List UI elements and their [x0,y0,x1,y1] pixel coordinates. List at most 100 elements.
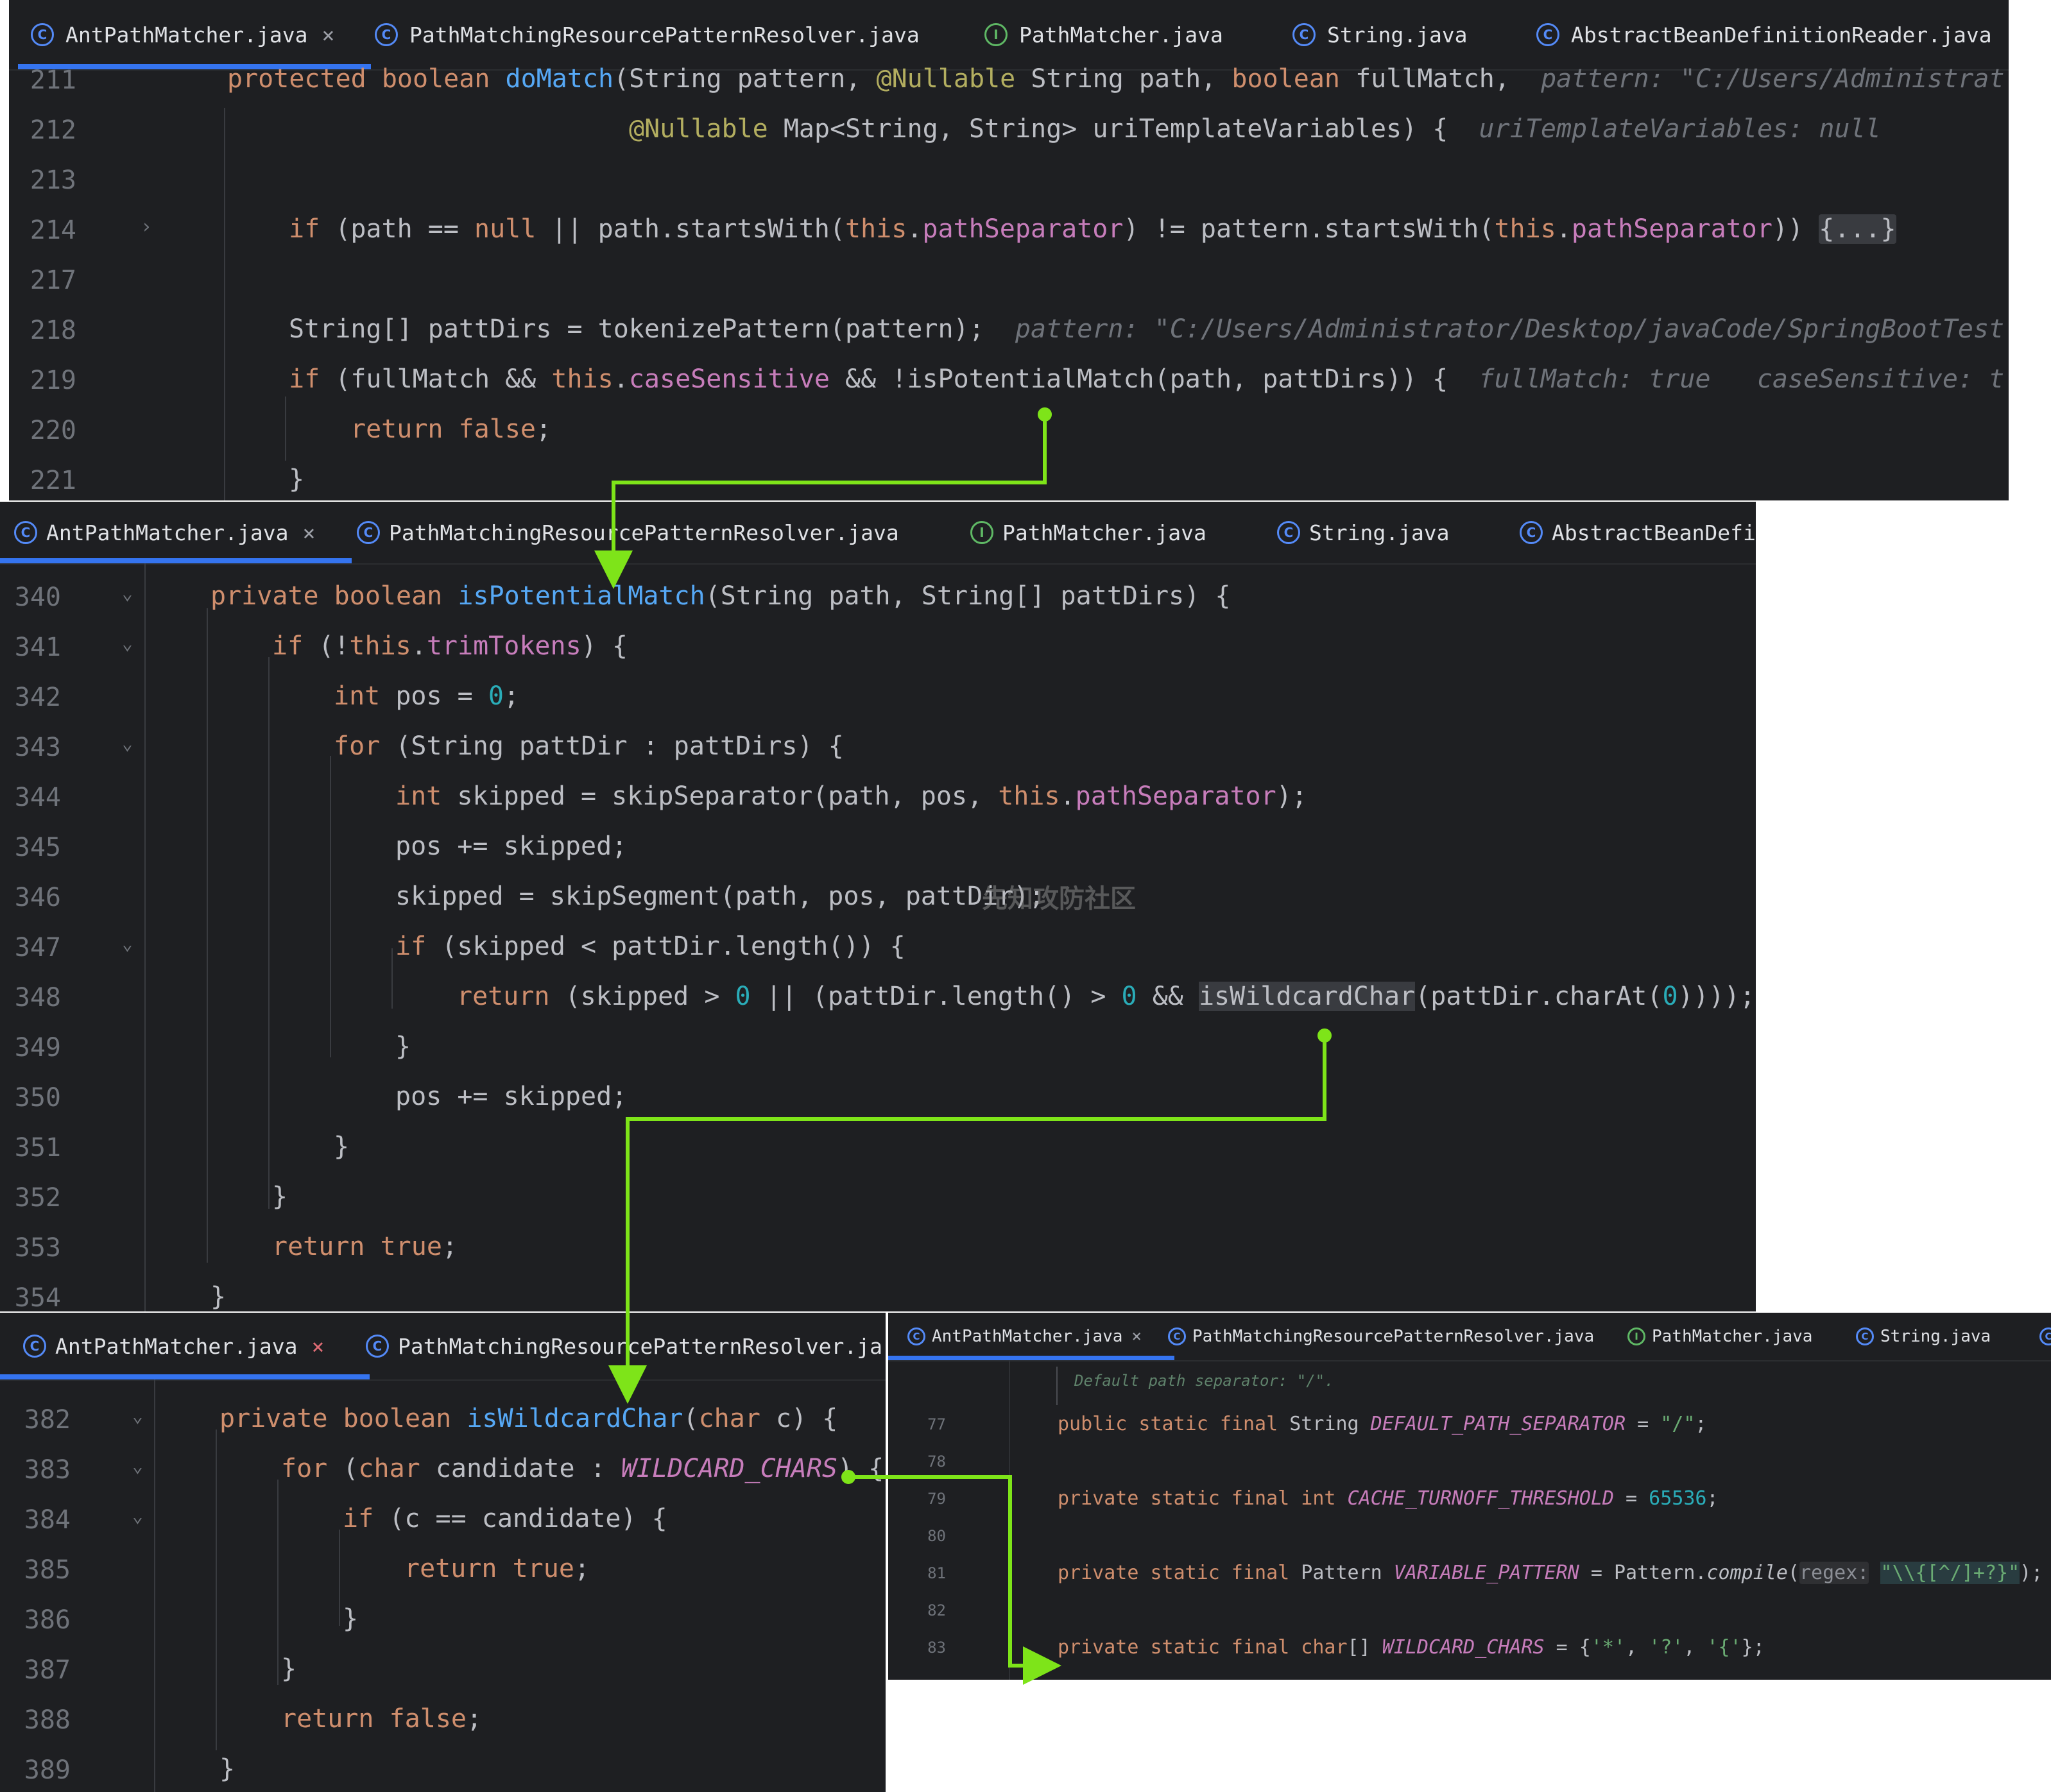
class-icon: C [907,1327,925,1345]
chevron-down-icon[interactable]: ⌄ [122,633,133,654]
editor-panel-ispotentialmatch: C AntPathMatcher.java × C PathMatchingRe… [0,502,1756,1311]
tab-pathmatcher[interactable]: I PathMatcher.java [1627,1313,1812,1360]
code-line: if (fullMatch && this.caseSensitive && !… [289,364,2005,394]
line-number: 220 [30,416,76,445]
chevron-down-icon[interactable]: ⌄ [132,1505,143,1526]
line-number: 82 [927,1601,946,1619]
tab-antpathmatcher[interactable]: C AntPathMatcher.java × [0,502,352,563]
line-number: 386 [24,1605,71,1635]
class-icon: C [1536,23,1559,46]
class-icon: C [1292,23,1316,46]
code-line: } [210,1282,227,1311]
tab-label: PathMatcher.java [1002,520,1206,545]
folded-code[interactable]: {...} [1819,214,1896,244]
chevron-down-icon[interactable]: ⌄ [122,583,133,604]
tab-string[interactable]: C String.java [1292,0,1468,69]
code-line: private static final Pattern VARIABLE_PA… [1058,1562,2043,1584]
chevron-right-icon[interactable]: › [141,216,152,238]
highlighted-identifier[interactable]: isWildcardChar [1198,982,1416,1011]
code-line: return (skipped > 0 || (pattDir.length()… [457,982,1755,1011]
line-number: 385 [24,1555,71,1585]
line-number: 347 [14,933,61,962]
tab-pathmatchingresourcepatternresolver[interactable]: C PathMatchingResourcePatternResolver.ja [366,1313,882,1379]
interface-icon: I [984,23,1008,46]
code-line: if (c == candidate) { [343,1504,667,1533]
line-number: 342 [14,683,61,712]
line-number: 343 [14,733,61,762]
tab-pathmatchingresourcepatternresolver[interactable]: C PathMatchingResourcePatternResolver.ja… [357,502,899,563]
parameter-hint: regex: [1799,1562,1869,1584]
code-line: if (skipped < pattDir.length()) { [395,932,905,961]
code-line: } [334,1132,350,1161]
tab-label: PathMatcher.java [1652,1327,1813,1346]
line-number: 345 [14,833,61,862]
code-line: public static final String DEFAULT_PATH_… [1058,1413,1707,1435]
code-line: int skipped = skipSeparator(path, pos, t… [395,781,1307,811]
chevron-down-icon[interactable]: ⌄ [132,1405,143,1426]
tab-abstractbeandefi[interactable]: C AbstractBeanDefi [1520,502,1756,563]
line-number: 219 [30,366,76,395]
class-icon: C [2039,1327,2051,1345]
line-number: 382 [24,1405,71,1435]
chevron-down-icon[interactable]: ⌄ [132,1455,143,1476]
tab-label: PathMatchingResourcePatternResolver.java [389,520,899,545]
editor-panel-iswildcardchar: C AntPathMatcher.java × C PathMatchingRe… [0,1313,886,1792]
line-number: 348 [14,983,61,1012]
line-number: 213 [30,166,76,195]
code-line: @Nullable Map<String, String> uriTemplat… [629,114,1881,144]
line-number: 346 [14,883,61,912]
line-number: 352 [14,1183,61,1213]
code-line: int pos = 0; [334,681,520,711]
tab-string[interactable]: C String.java [1277,502,1450,563]
code-line: skipped = skipSegment(path, pos, pattDir… [395,882,1045,911]
line-number: 353 [14,1233,61,1263]
tab-pathmatchingresourcepatternresolver[interactable]: C PathMatchingResourcePatternResolver.ja… [1168,1313,1594,1360]
code-line: private boolean isWildcardChar(char c) { [219,1404,838,1433]
class-icon: C [1856,1327,1874,1345]
code-line: } [289,465,305,494]
line-number: 389 [24,1755,71,1785]
code-line: } [272,1182,288,1211]
chevron-down-icon[interactable]: ⌄ [122,733,133,754]
tab-pathmatchingresourcepatternresolver[interactable]: C PathMatchingResourcePatternResolver.ja… [375,0,920,69]
tab-antpathmatcher[interactable]: C AntPathMatcher.java × [18,0,371,69]
close-icon[interactable]: × [322,22,335,47]
line-number: 217 [30,266,76,295]
code-line: return false; [350,414,552,444]
tab-abstractbeandefinitionreader[interactable]: C AbstractBeanDefinitionReader.java [1536,0,1992,69]
line-number: 212 [30,115,76,145]
code-line: for (char candidate : WILDCARD_CHARS) { [281,1454,884,1483]
line-number: 388 [24,1705,71,1735]
close-icon[interactable]: × [1131,1327,1142,1346]
class-icon: C [23,1335,46,1358]
line-number: 341 [14,633,61,662]
tab-label: PathMatchingResourcePatternResolver.java [409,22,920,47]
line-number: 354 [14,1283,61,1311]
code-line: if (!this.trimTokens) { [272,631,628,661]
interface-icon: I [1627,1327,1645,1345]
code-line: private static final int CACHE_TURNOFF_T… [1058,1487,1719,1510]
close-icon[interactable]: × [312,1334,325,1359]
line-number: 349 [14,1033,61,1062]
chevron-down-icon[interactable]: ⌄ [122,933,133,954]
close-icon[interactable]: × [303,520,316,545]
line-number: 221 [30,466,76,495]
tab-antpathmatcher[interactable]: C AntPathMatcher.java × [888,1313,1174,1360]
tab-overflow[interactable]: C [2039,1313,2051,1360]
tab-label: AntPathMatcher.java [65,22,308,47]
editor-tab-bar: C AntPathMatcher.java × C PathMatchingRe… [0,1313,886,1381]
code-line: return false; [281,1704,483,1734]
editor-tab-bar: C AntPathMatcher.java × C PathMatchingRe… [9,0,2009,71]
class-icon: C [1520,521,1543,544]
class-icon: C [357,521,380,544]
code-line: pos += skipped; [395,1082,628,1111]
tab-pathmatcher[interactable]: I PathMatcher.java [984,0,1223,69]
tab-pathmatcher[interactable]: I PathMatcher.java [970,502,1206,563]
tab-label: PathMatchingResourcePatternResolver.ja [398,1333,882,1359]
doc-comment: Default path separator: "/". [1074,1372,1334,1390]
class-icon: C [375,23,398,46]
tab-string[interactable]: C String.java [1856,1313,1991,1360]
tab-label: String.java [1309,520,1450,545]
tab-antpathmatcher[interactable]: C AntPathMatcher.java × [0,1313,370,1379]
line-number: 80 [927,1527,946,1545]
